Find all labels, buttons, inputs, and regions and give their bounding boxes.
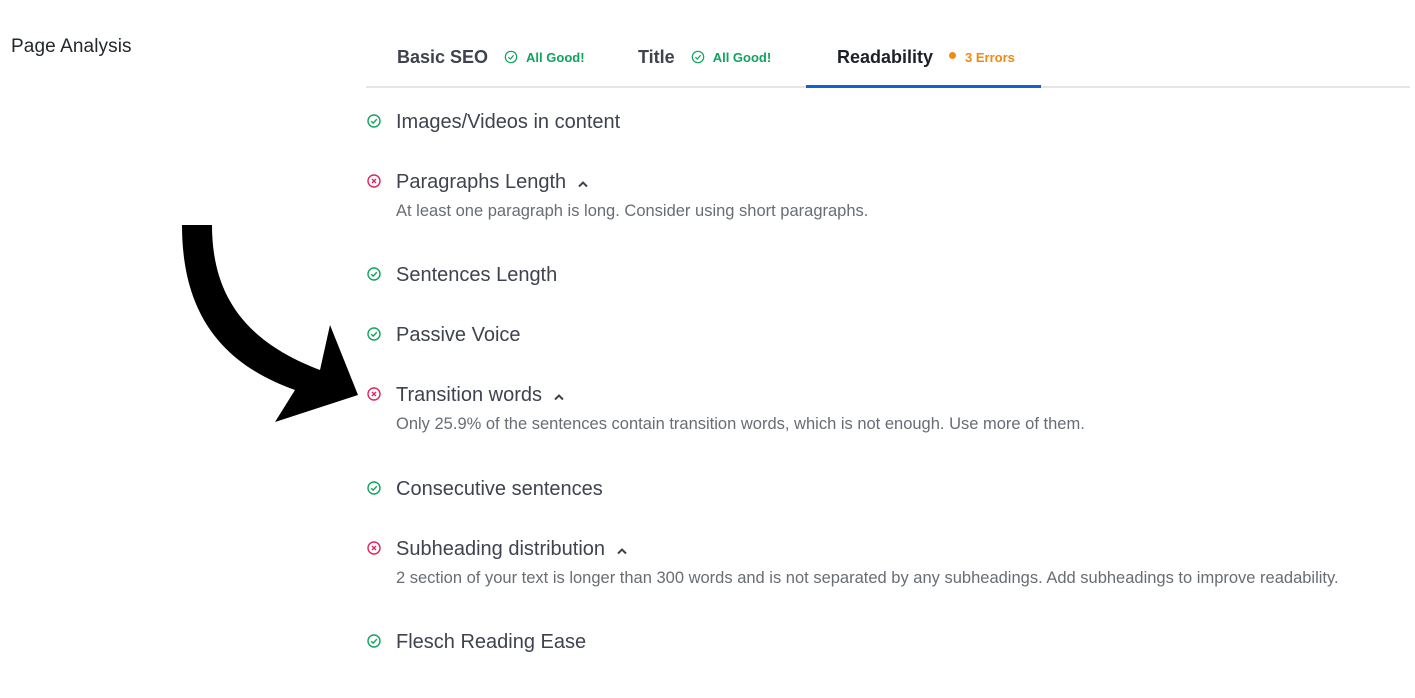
analysis-tabs: Basic SEO All Good! Title All Good! Read… <box>366 28 1410 88</box>
check-name: Sentences Length <box>396 264 558 286</box>
tab-status: All Good! <box>691 49 772 65</box>
x-circle-icon <box>366 540 382 556</box>
check-row: Sentences Length <box>366 264 557 287</box>
tab-label: Basic SEO <box>397 46 489 67</box>
check-row[interactable]: Transition words <box>366 384 1085 407</box>
check-name[interactable]: Subheading distribution <box>396 538 605 561</box>
check-item: Sentences Length <box>366 264 557 287</box>
check-description: Only 25.9% of the sentences contain tran… <box>396 415 1085 433</box>
check-row: Passive Voice <box>366 324 521 347</box>
check-name: Consecutive sentences <box>396 478 603 500</box>
check-name: Flesch Reading Ease <box>396 631 587 653</box>
check-item[interactable]: Transition words Only 25.9% of the senten… <box>366 384 1085 434</box>
tab-label: Title <box>638 46 675 67</box>
check-circle-icon <box>366 480 382 496</box>
check-name[interactable]: Transition words <box>396 384 542 407</box>
tab-title[interactable]: Title All Good! <box>606 28 818 86</box>
check-row[interactable]: Subheading distribution <box>366 538 1339 561</box>
check-name[interactable]: Paragraphs Length <box>396 171 566 194</box>
check-circle-icon <box>366 633 382 649</box>
check-item: Passive Voice <box>366 324 521 347</box>
tab-status-text: 3 Errors <box>965 49 1015 65</box>
check-item[interactable]: Paragraphs Length At least one paragraph … <box>366 171 868 221</box>
check-circle-icon <box>691 50 704 64</box>
tab-status: 3 Errors <box>949 50 1015 65</box>
tab-status-text: All Good! <box>526 49 585 65</box>
check-row: Flesch Reading Ease <box>366 631 586 654</box>
tab-label: Readability <box>837 46 934 67</box>
check-row: Images/Videos in content <box>366 111 620 134</box>
check-row[interactable]: Paragraphs Length <box>366 171 868 194</box>
check-name: Passive Voice <box>396 324 521 346</box>
dot-icon <box>949 52 957 59</box>
check-description: At least one paragraph is long. Consider… <box>396 202 869 220</box>
chevron-up-icon[interactable] <box>553 388 565 406</box>
chevron-up-icon[interactable] <box>616 542 628 560</box>
tab-basic-seo[interactable]: Basic SEO All Good! <box>366 28 627 86</box>
check-circle-icon <box>504 50 518 64</box>
x-circle-icon <box>366 173 382 189</box>
tab-readability[interactable]: Readability 3 Errors <box>806 28 1041 88</box>
check-description: 2 section of your text is longer than 30… <box>396 569 1339 587</box>
check-name: Images/Videos in content <box>396 111 621 133</box>
section-label: Page Analysis <box>11 36 132 57</box>
check-item: Images/Videos in content <box>366 111 620 134</box>
check-item[interactable]: Subheading distribution 2 section of your… <box>366 538 1339 588</box>
curved-arrow-icon <box>182 225 358 422</box>
check-item: Consecutive sentences <box>366 478 603 501</box>
check-item: Flesch Reading Ease <box>366 631 586 654</box>
tab-status-text: All Good! <box>712 49 772 65</box>
chevron-up-icon[interactable] <box>577 175 589 193</box>
check-circle-icon <box>366 113 382 129</box>
tab-status: All Good! <box>504 50 585 65</box>
check-row: Consecutive sentences <box>366 478 603 501</box>
